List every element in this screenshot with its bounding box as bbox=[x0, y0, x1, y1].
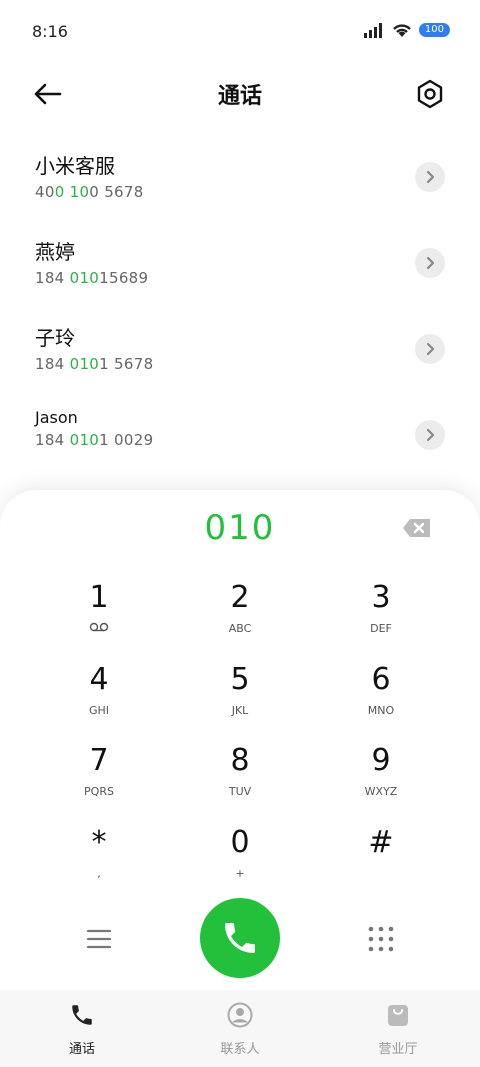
key-1[interactable]: 1 bbox=[28, 580, 170, 660]
chevron-right-icon bbox=[426, 256, 435, 270]
contact-detail-button[interactable] bbox=[415, 162, 445, 192]
keypad-toggle-button[interactable] bbox=[368, 926, 394, 952]
voicemail-icon bbox=[89, 622, 109, 632]
contact-number: 400 100 5678 bbox=[35, 183, 144, 201]
chevron-right-icon bbox=[426, 428, 435, 442]
bottom-nav: 通话 联系人 营业厅 bbox=[0, 990, 480, 1067]
list-item[interactable]: 子玲 184 0101 5678 bbox=[0, 312, 480, 398]
nav-calls[interactable]: 通话 bbox=[22, 1002, 142, 1057]
key-7[interactable]: 7 PQRS bbox=[28, 743, 170, 823]
key-2[interactable]: 2 ABC bbox=[169, 580, 311, 660]
list-item[interactable]: 燕婷 184 01015689 bbox=[0, 226, 480, 312]
nav-calls-label: 通话 bbox=[68, 1042, 95, 1057]
shopping-bag-icon bbox=[388, 1005, 408, 1026]
hexagon-settings-icon bbox=[417, 79, 443, 109]
header: 通话 bbox=[0, 70, 480, 118]
dialpad-panel: 010 1 2 ABC 3 DEF 4 GHI 5 JKL 6 MNO 7 PQ… bbox=[0, 490, 480, 1067]
key-3[interactable]: 3 DEF bbox=[310, 580, 452, 660]
settings-button[interactable] bbox=[412, 76, 448, 112]
person-icon bbox=[227, 1002, 253, 1028]
key-6[interactable]: 6 MNO bbox=[310, 662, 452, 742]
signal-icon bbox=[363, 23, 382, 38]
status-time: 8:16 bbox=[32, 22, 68, 41]
contact-detail-button[interactable] bbox=[415, 334, 445, 364]
key-4[interactable]: 4 GHI bbox=[28, 662, 170, 742]
contact-detail-button[interactable] bbox=[415, 420, 445, 450]
status-icons: 100 bbox=[363, 22, 450, 38]
status-bar: 8:16 100 bbox=[0, 0, 480, 60]
list-item[interactable]: 小米客服 400 100 5678 bbox=[0, 140, 480, 226]
key-hash[interactable]: # bbox=[310, 825, 452, 905]
page-title: 通话 bbox=[217, 84, 262, 109]
nav-store-label: 营业厅 bbox=[378, 1042, 418, 1057]
nav-store[interactable]: 营业厅 bbox=[338, 1002, 458, 1057]
contact-name: 燕婷 bbox=[35, 240, 75, 264]
phone-icon bbox=[225, 923, 255, 953]
key-8[interactable]: 8 TUV bbox=[169, 743, 311, 823]
contact-detail-button[interactable] bbox=[415, 248, 445, 278]
menu-icon bbox=[86, 929, 112, 949]
contact-number: 184 0101 5678 bbox=[35, 355, 154, 373]
keypad-icon bbox=[368, 926, 394, 952]
contact-number: 184 01015689 bbox=[35, 269, 149, 287]
key-5[interactable]: 5 JKL bbox=[169, 662, 311, 742]
backspace-icon bbox=[403, 519, 430, 537]
backspace-button[interactable] bbox=[402, 518, 432, 538]
contact-suggestion-list: 小米客服 400 100 5678 燕婷 184 01015689 子玲 184… bbox=[0, 140, 480, 484]
key-0[interactable]: 0 + bbox=[169, 825, 311, 905]
menu-button[interactable] bbox=[86, 928, 112, 950]
contact-name: 小米客服 bbox=[35, 154, 115, 178]
nav-contacts-label: 联系人 bbox=[220, 1042, 260, 1057]
key-star[interactable]: * , bbox=[28, 825, 170, 905]
contact-name: 子玲 bbox=[35, 326, 75, 350]
chevron-right-icon bbox=[426, 170, 435, 184]
contact-name: Jason bbox=[35, 408, 78, 427]
nav-contacts[interactable]: 联系人 bbox=[180, 1002, 300, 1057]
call-button[interactable] bbox=[200, 898, 280, 978]
wifi-icon bbox=[393, 24, 411, 37]
list-item[interactable]: Jason 184 0101 0029 bbox=[0, 398, 480, 484]
phone-icon bbox=[72, 1005, 92, 1025]
battery-badge: 100 bbox=[418, 23, 450, 37]
chevron-right-icon bbox=[426, 342, 435, 356]
key-9[interactable]: 9 WXYZ bbox=[310, 743, 452, 823]
dialpad-actions bbox=[0, 898, 480, 982]
contact-number: 184 0101 0029 bbox=[35, 431, 154, 449]
